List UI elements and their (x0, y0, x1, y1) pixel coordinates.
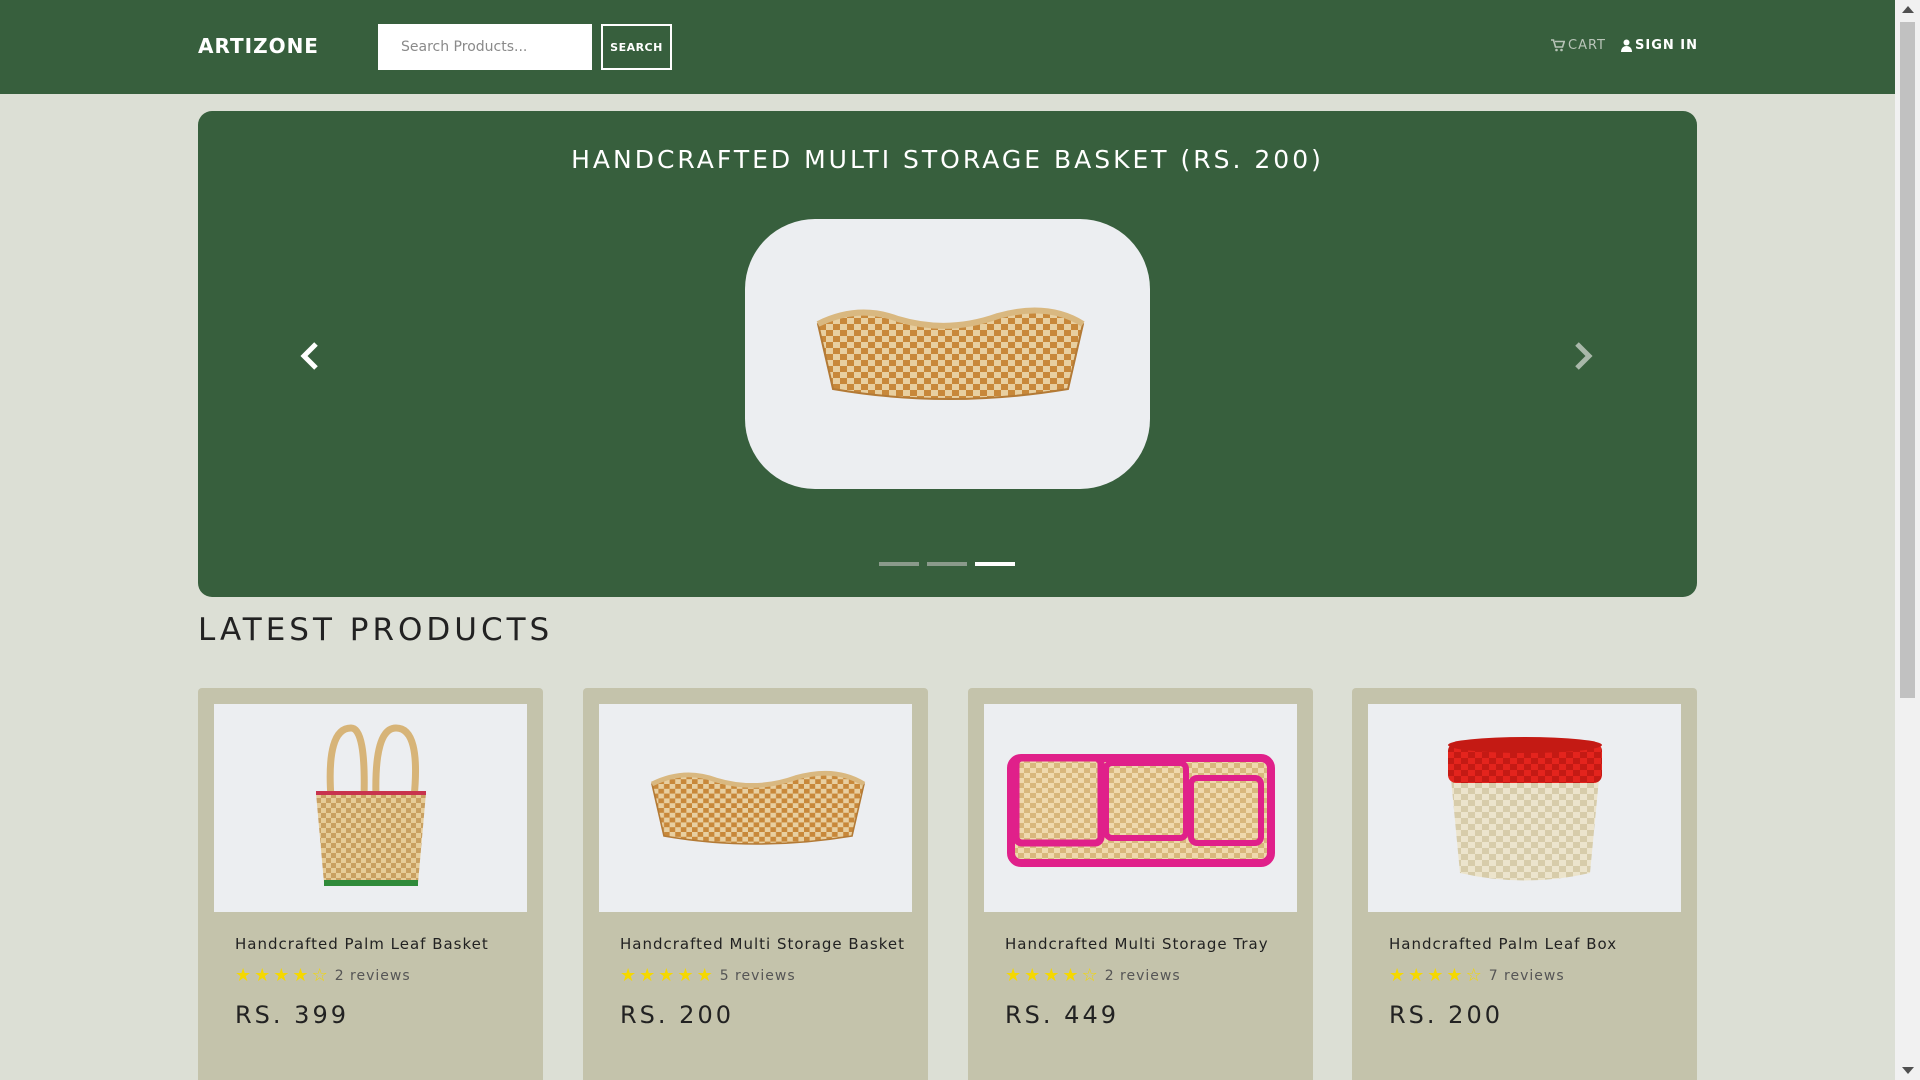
review-count: 2 reviews (334, 968, 411, 984)
carousel-title[interactable]: HANDCRAFTED MULTI STORAGE BASKET (RS. 20… (198, 145, 1697, 174)
carousel-indicator-3[interactable] (975, 562, 1015, 566)
scroll-down-arrow-icon[interactable] (1902, 1067, 1914, 1074)
carousel-prev-button[interactable] (290, 336, 330, 376)
search-button[interactable]: SEARCH (601, 24, 672, 70)
cart-icon (1551, 39, 1565, 52)
chevron-right-icon (1575, 342, 1593, 370)
star-empty-icon: ☆ (311, 965, 328, 986)
star-full-icon: ★ (1005, 965, 1022, 986)
product-image[interactable] (214, 704, 527, 912)
star-full-icon: ★ (254, 965, 271, 986)
review-count: 5 reviews (719, 968, 796, 984)
product-rating: ★ ★ ★ ★ ☆ 7 reviews (1389, 967, 1565, 985)
star-full-icon: ★ (292, 965, 309, 986)
palm-leaf-box-image (1447, 737, 1602, 881)
product-card[interactable]: Handcrafted Multi Storage Basket ★ ★ ★ ★… (583, 688, 928, 1080)
carousel-indicator-2[interactable] (927, 562, 967, 566)
product-card[interactable]: Handcrafted Multi Storage Tray ★ ★ ★ ★ ☆… (968, 688, 1313, 1080)
star-full-icon: ★ (273, 965, 290, 986)
carousel-product-image[interactable] (745, 219, 1150, 489)
cart-link[interactable]: CART (1551, 38, 1606, 53)
star-full-icon: ★ (620, 965, 637, 986)
product-name[interactable]: Handcrafted Palm Leaf Box (1389, 935, 1617, 953)
review-count: 2 reviews (1104, 968, 1181, 984)
star-full-icon: ★ (1389, 965, 1406, 986)
product-price: RS. 200 (620, 1001, 734, 1029)
navbar: ARTIZONE SEARCH CART SIGN IN (0, 0, 1895, 94)
product-rating: ★ ★ ★ ★ ☆ 2 reviews (1005, 967, 1181, 985)
cart-label: CART (1568, 38, 1606, 53)
page-scrollbar[interactable] (1895, 0, 1920, 1080)
product-rating: ★ ★ ★ ★ ☆ 2 reviews (235, 967, 411, 985)
storage-tray-image (1006, 754, 1275, 867)
star-full-icon: ★ (1024, 965, 1041, 986)
product-card[interactable]: Handcrafted Palm Leaf Box ★ ★ ★ ★ ☆ 7 re… (1352, 688, 1697, 1080)
scroll-up-arrow-icon[interactable] (1902, 6, 1914, 13)
star-empty-icon: ☆ (1081, 965, 1098, 986)
brand-logo[interactable]: ARTIZONE (198, 34, 319, 58)
star-full-icon: ★ (658, 965, 675, 986)
review-count: 7 reviews (1488, 968, 1565, 984)
carousel-indicators (879, 562, 1015, 566)
chevron-left-icon (300, 342, 318, 370)
product-card[interactable]: Handcrafted Palm Leaf Basket ★ ★ ★ ★ ☆ 2… (198, 688, 543, 1080)
star-full-icon: ★ (235, 965, 252, 986)
user-icon (1621, 39, 1632, 52)
product-image[interactable] (599, 704, 912, 912)
product-carousel: HANDCRAFTED MULTI STORAGE BASKET (RS. 20… (198, 111, 1697, 597)
latest-products-heading: LATEST PRODUCTS (198, 612, 554, 648)
carousel-next-button[interactable] (1563, 336, 1603, 376)
product-image[interactable] (1368, 704, 1681, 912)
palm-leaf-basket-image (315, 724, 426, 886)
product-name[interactable]: Handcrafted Palm Leaf Basket (235, 935, 489, 953)
signin-link[interactable]: SIGN IN (1621, 38, 1698, 53)
star-full-icon: ★ (1446, 965, 1463, 986)
storage-basket-image (816, 307, 1085, 400)
product-price: RS. 449 (1005, 1001, 1119, 1029)
star-full-icon: ★ (1043, 965, 1060, 986)
product-name[interactable]: Handcrafted Multi Storage Basket (620, 935, 905, 953)
storage-basket-image (650, 770, 865, 845)
scroll-thumb[interactable] (1900, 22, 1915, 698)
product-price: RS. 200 (1389, 1001, 1503, 1029)
product-name[interactable]: Handcrafted Multi Storage Tray (1005, 935, 1269, 953)
star-full-icon: ★ (1062, 965, 1079, 986)
product-price: RS. 399 (235, 1001, 349, 1029)
star-full-icon: ★ (639, 965, 656, 986)
star-full-icon: ★ (677, 965, 694, 986)
product-image[interactable] (984, 704, 1297, 912)
star-empty-icon: ☆ (1465, 965, 1482, 986)
star-full-icon: ★ (1427, 965, 1444, 986)
star-full-icon: ★ (696, 965, 713, 986)
carousel-indicator-1[interactable] (879, 562, 919, 566)
star-full-icon: ★ (1408, 965, 1425, 986)
signin-label: SIGN IN (1635, 38, 1698, 53)
search-input[interactable] (378, 24, 592, 70)
product-rating: ★ ★ ★ ★ ★ 5 reviews (620, 967, 796, 985)
